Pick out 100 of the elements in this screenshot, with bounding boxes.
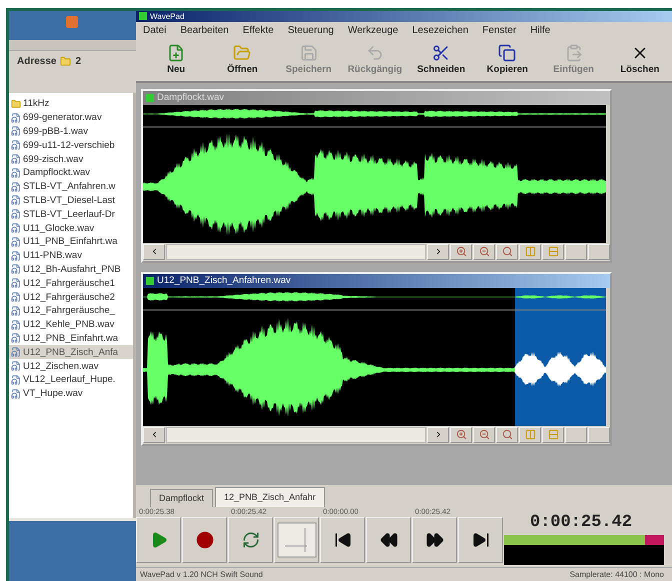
fit-width-button[interactable] (519, 426, 541, 442)
toolbar-button[interactable]: Neu (144, 40, 208, 79)
menu-item[interactable]: Fenster (482, 24, 516, 36)
new-file-icon (167, 44, 186, 62)
audio-file-icon (11, 140, 21, 150)
file-item[interactable]: U12_PNB_Zisch_Anfa (9, 345, 133, 360)
scissors-icon (432, 44, 450, 62)
toolbar-button[interactable]: Kopieren (475, 40, 540, 79)
scroll-right-button[interactable] (427, 426, 449, 442)
file-item[interactable]: U12_Fahrgeräusche2 (9, 290, 133, 304)
file-item[interactable]: 699-generator.wav (9, 110, 133, 125)
audio-file-icon (11, 112, 21, 123)
zoom-out-icon (478, 246, 490, 257)
file-name: STLB-VT_Leerlauf-Dr (23, 208, 115, 220)
file-name: 699-u11-12-verschieb (23, 140, 115, 151)
address-label: Adresse (17, 56, 56, 66)
file-name: 699-pBB-1.wav (23, 126, 88, 137)
zoom-in-button[interactable] (450, 244, 472, 260)
file-item[interactable]: 699-u11-12-verschieb (9, 138, 133, 152)
fit-height-button[interactable] (542, 426, 564, 442)
file-name: U12_PNB_Zisch_Anfa (23, 346, 118, 358)
file-name: 699-zisch.wav (23, 154, 84, 165)
file-item[interactable]: U11_Glocke.wav (9, 221, 133, 235)
file-item[interactable]: U12_Kehle_PNB.wav (9, 318, 133, 332)
file-item[interactable]: U11_PNB_Einfahrt.wa (9, 234, 133, 249)
file-item[interactable]: U12_Zischen.wav (9, 359, 133, 373)
transport-button[interactable] (412, 516, 457, 563)
toolbar-button[interactable]: Öffnen (210, 40, 274, 79)
file-item[interactable]: 699-zisch.wav (9, 152, 133, 166)
save-icon (300, 44, 318, 62)
folder-icon (60, 56, 72, 66)
file-name: Dampflockt.wav (23, 167, 90, 178)
file-name: VL12_Leerlauf_Hupe. (23, 374, 116, 386)
audio-file-icon (11, 347, 21, 358)
zoom-button[interactable] (496, 244, 518, 260)
file-item[interactable]: Dampflockt.wav (9, 166, 133, 180)
file-item[interactable]: STLB-VT_Diesel-Last (9, 194, 133, 208)
audio-file-icon (11, 154, 21, 164)
menu-item[interactable]: Werkzeuge (348, 24, 398, 36)
horizontal-scrollbar[interactable] (166, 244, 426, 260)
file-name: STLB-VT_Anfahren.w (23, 181, 116, 192)
file-item[interactable]: U12_Fahrgeräusche_ (9, 304, 133, 318)
fit-width-button[interactable] (519, 244, 541, 260)
document-tab[interactable]: Dampflockt (150, 488, 214, 507)
fit-height-button[interactable] (542, 244, 564, 260)
file-name: U12_Zischen.wav (23, 360, 99, 372)
menu-item[interactable]: Lesezeichen (412, 24, 468, 36)
menu-item[interactable]: Hilfe (530, 24, 550, 36)
horizontal-scrollbar[interactable] (166, 426, 426, 442)
menu-item[interactable]: Datei (143, 24, 166, 36)
toolbar-button[interactable]: Schneiden (409, 40, 474, 79)
file-name: U12_PNB_Einfahrt.wa (23, 332, 118, 344)
audio-file-icon (11, 223, 21, 234)
zoom-button[interactable] (496, 426, 518, 442)
document-tab[interactable]: 12_PNB_Zisch_Anfahr (215, 486, 325, 507)
status-text: WavePad v 1.20 NCH Swift Sound (140, 570, 263, 580)
loop-icon (242, 530, 260, 549)
file-item[interactable]: 11kHz (9, 97, 133, 111)
rows-icon (548, 429, 558, 440)
scroll-left-button[interactable] (143, 426, 165, 442)
transport-button[interactable] (458, 516, 503, 563)
columns-icon (524, 429, 536, 440)
audio-file-icon (11, 278, 21, 288)
file-item[interactable]: STLB-VT_Anfahren.w (9, 180, 133, 194)
transport-button[interactable] (366, 516, 411, 563)
file-item[interactable]: 699-pBB-1.wav (9, 124, 133, 138)
search-icon (502, 246, 512, 257)
file-name: STLB-VT_Diesel-Last (23, 194, 115, 206)
file-item[interactable]: VL12_Leerlauf_Hupe. (9, 372, 133, 387)
menu-item[interactable]: Bearbeiten (180, 24, 229, 36)
file-name: U11_Glocke.wav (23, 222, 94, 234)
fast-forward-icon (426, 530, 444, 549)
address-field[interactable]: 2 (75, 56, 82, 66)
file-name: U12_Fahrgeräusche_ (23, 305, 115, 316)
menu-item[interactable]: Steuerung (288, 24, 334, 36)
scroll-left-button[interactable] (143, 244, 165, 260)
file-item[interactable]: U12_Bh-Ausfahrt_PNB (9, 262, 133, 276)
file-item[interactable]: U12_Fahrgeräusche1 (9, 276, 133, 290)
file-item[interactable]: VT_Hupe.wav (9, 386, 133, 401)
file-item[interactable]: U12_PNB_Einfahrt.wa (9, 332, 133, 346)
zoom-in-icon (456, 429, 466, 440)
rewind-icon (380, 530, 398, 549)
transport-button[interactable] (182, 516, 227, 563)
menu-item[interactable]: Effekte (242, 24, 274, 36)
toolbar-button[interactable]: Löschen (608, 40, 672, 79)
audio-file-icon (11, 292, 21, 302)
file-name: 11kHz (23, 98, 50, 110)
transport-button[interactable] (320, 516, 365, 563)
zoom-out-button[interactable] (473, 244, 495, 260)
scroll-right-button[interactable] (427, 244, 449, 260)
file-item[interactable]: U11-PNB.wav (9, 248, 133, 263)
audio-file-icon (11, 333, 21, 344)
file-item[interactable]: STLB-VT_Leerlauf-Dr (9, 207, 133, 222)
zoom-out-button[interactable] (473, 426, 495, 442)
file-name: U11_PNB_Einfahrt.wa (23, 236, 118, 248)
zoom-in-button[interactable] (450, 426, 472, 442)
audio-file-icon (11, 361, 21, 372)
document-title-bar[interactable]: U12_PNB_Zisch_Anfahren.wav (143, 274, 610, 288)
audio-file-icon (11, 195, 21, 206)
zoom-out-icon (478, 429, 490, 440)
